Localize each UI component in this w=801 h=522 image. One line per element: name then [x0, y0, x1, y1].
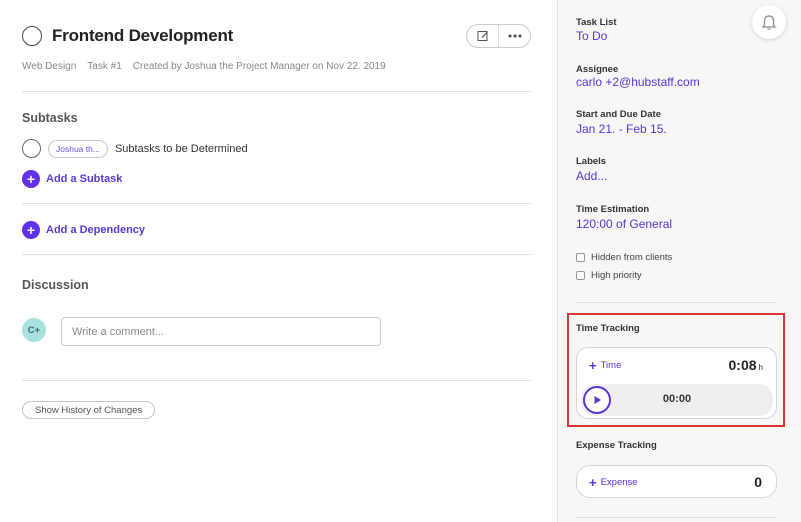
dates-value[interactable]: Jan 21. - Feb 15. — [576, 122, 667, 136]
divider — [576, 302, 777, 303]
checkbox-label: High priority — [591, 270, 642, 281]
add-dependency-label: Add a Dependency — [46, 224, 146, 236]
add-expense-label: Expense — [600, 477, 638, 488]
task-title: Frontend Development — [52, 26, 234, 45]
show-history-button[interactable]: Show History of Changes — [22, 401, 156, 419]
labels-value[interactable]: Add... — [576, 169, 607, 183]
bell-icon — [761, 14, 777, 30]
high-priority-checkbox[interactable]: High priority — [576, 270, 642, 281]
dates-label: Start and Due Date — [576, 109, 661, 120]
created-by: Created by Joshua the Project Manager on… — [132, 61, 386, 72]
expense-tracking-card: + Expense 0 — [576, 465, 777, 498]
divider — [22, 91, 531, 92]
task-meta: Web Design Task #1 Created by Joshua the… — [22, 61, 386, 72]
hours-unit: h — [758, 363, 763, 372]
discussion-heading: Discussion — [22, 278, 89, 292]
subtask-assignee-chip[interactable]: Joshua th... — [48, 139, 108, 158]
subtask-checkbox[interactable] — [22, 139, 41, 158]
divider — [22, 380, 531, 381]
expense-tracking-label: Expense Tracking — [576, 440, 657, 451]
add-expense-button[interactable]: + Expense — [589, 476, 638, 489]
task-actions — [466, 24, 531, 48]
tracked-hours-value: 0:08 — [728, 357, 757, 373]
task-list-value[interactable]: To Do — [576, 29, 607, 43]
assignee-label: Assignee — [576, 64, 619, 75]
time-tracking-card: + Time 0:08 h 00:00 — [576, 347, 777, 419]
more-button[interactable] — [498, 25, 530, 47]
project-name: Web Design — [22, 61, 77, 72]
add-subtask-button[interactable]: + Add a Subtask — [22, 170, 122, 188]
time-estimation-value[interactable]: 120:00 of General — [576, 217, 672, 231]
add-subtask-label: Add a Subtask — [46, 173, 123, 185]
edit-button[interactable] — [467, 25, 498, 47]
hidden-from-clients-checkbox[interactable]: Hidden from clients — [576, 252, 672, 263]
subtask-text[interactable]: Subtasks to be Determined — [115, 143, 248, 155]
divider — [576, 517, 777, 518]
time-tracking-summary: + Time 0:08 h — [577, 348, 776, 384]
avatar: C+ — [22, 318, 46, 342]
time-tracking-label: Time Tracking — [576, 323, 640, 334]
plus-icon: + — [22, 221, 40, 239]
plus-icon: + — [589, 475, 597, 490]
notifications-button[interactable] — [752, 5, 786, 39]
add-time-button[interactable]: + Time — [589, 359, 621, 372]
checkbox-label: Hidden from clients — [591, 252, 673, 263]
comment-input[interactable] — [61, 317, 381, 346]
tracked-hours: 0:08 h — [729, 357, 763, 373]
add-time-label: Time — [600, 360, 622, 371]
checkbox-box[interactable] — [576, 271, 585, 280]
timer-bar: 00:00 — [581, 384, 773, 416]
timer-value: 00:00 — [662, 393, 692, 405]
complete-task-checkbox[interactable] — [22, 26, 42, 46]
task-number: Task #1 — [87, 61, 122, 72]
task-list-label: Task List — [576, 17, 617, 28]
expense-value: 0 — [754, 474, 762, 490]
subtask-item: Joshua th... Subtasks to be Determined — [22, 139, 248, 158]
time-estimation-label: Time Estimation — [576, 204, 650, 215]
checkbox-box[interactable] — [576, 253, 585, 262]
divider — [22, 203, 531, 204]
labels-label: Labels — [576, 156, 607, 167]
title-row: Frontend Development — [22, 26, 233, 46]
plus-icon: + — [589, 358, 597, 373]
add-dependency-button[interactable]: + Add a Dependency — [22, 221, 145, 239]
plus-icon: + — [22, 170, 40, 188]
edit-icon — [477, 31, 488, 41]
divider — [22, 254, 531, 255]
more-icon — [508, 34, 521, 38]
task-detail-panel: Frontend Development Web Design Task #1 … — [0, 0, 557, 522]
subtasks-heading: Subtasks — [22, 111, 78, 125]
assignee-value[interactable]: carlo +2@hubstaff.com — [576, 75, 700, 89]
